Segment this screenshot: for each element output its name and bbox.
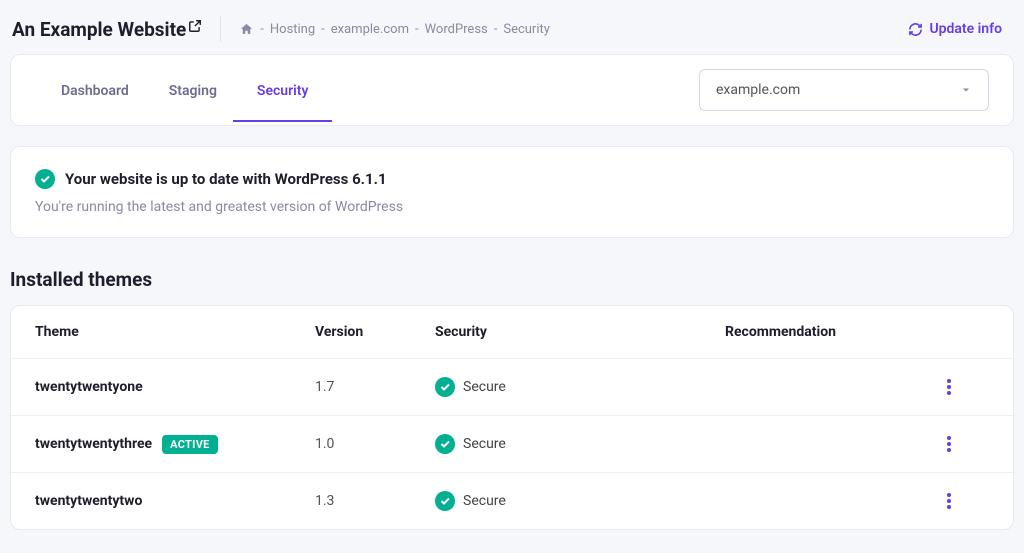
table-row: twentytwentythree ACTIVE 1.0 Secure	[11, 416, 1013, 473]
kebab-icon	[947, 436, 951, 452]
tab-label: Staging	[169, 83, 217, 99]
theme-name: twentytwentythree ACTIVE	[35, 435, 315, 454]
breadcrumb-sep: -	[415, 22, 419, 37]
refresh-icon	[908, 22, 923, 37]
update-info-button[interactable]: Update info	[908, 21, 1002, 37]
home-icon[interactable]	[239, 22, 254, 37]
status-title: Your website is up to date with WordPres…	[65, 170, 387, 188]
table-row: twentytwentytwo 1.3 Secure	[11, 473, 1013, 529]
status-subtitle: You're running the latest and greatest v…	[35, 199, 989, 215]
row-actions-button[interactable]	[939, 436, 959, 452]
tab-security[interactable]: Security	[257, 59, 309, 121]
breadcrumb-sep: -	[260, 22, 264, 37]
section-title: Installed themes	[10, 268, 1014, 291]
col-recommendation: Recommendation	[725, 324, 939, 340]
table-row: twentytwentyone 1.7 Secure	[11, 359, 1013, 416]
site-select-value: example.com	[716, 82, 800, 98]
top-bar-left: An Example Website - Hosting - example.c…	[12, 16, 550, 42]
theme-name-text: twentytwentytwo	[35, 493, 142, 509]
tabs-panel: Dashboard Staging Security example.com	[10, 54, 1014, 126]
chevron-down-icon	[960, 84, 972, 96]
breadcrumb-sep: -	[494, 22, 498, 37]
external-link-icon	[188, 19, 202, 33]
theme-version: 1.7	[315, 379, 435, 395]
top-bar: An Example Website - Hosting - example.c…	[0, 0, 1024, 54]
table-header: Theme Version Security Recommendation	[11, 306, 1013, 359]
row-actions-button[interactable]	[939, 379, 959, 395]
site-select[interactable]: example.com	[699, 69, 989, 111]
theme-version: 1.3	[315, 493, 435, 509]
col-security: Security	[435, 324, 725, 340]
theme-version: 1.0	[315, 436, 435, 452]
theme-name: twentytwentyone	[35, 379, 315, 395]
status-card: Your website is up to date with WordPres…	[10, 146, 1014, 238]
site-title-text: An Example Website	[12, 18, 186, 41]
theme-name-text: twentytwentyone	[35, 379, 143, 395]
breadcrumb-item[interactable]: example.com	[331, 22, 409, 37]
check-circle-icon	[435, 491, 455, 511]
tab-label: Dashboard	[61, 83, 129, 99]
col-theme: Theme	[35, 324, 315, 340]
tab-staging[interactable]: Staging	[169, 59, 217, 121]
themes-table: Theme Version Security Recommendation tw…	[10, 305, 1014, 530]
breadcrumb-sep: -	[321, 22, 325, 37]
breadcrumb: - Hosting - example.com - WordPress - Se…	[239, 22, 550, 37]
tabs: Dashboard Staging Security	[35, 59, 308, 121]
col-version: Version	[315, 324, 435, 340]
tab-dashboard[interactable]: Dashboard	[61, 59, 129, 121]
breadcrumb-item[interactable]: Hosting	[270, 22, 315, 37]
check-circle-icon	[435, 434, 455, 454]
divider	[220, 16, 221, 42]
kebab-icon	[947, 493, 951, 509]
check-circle-icon	[435, 377, 455, 397]
theme-security: Secure	[435, 491, 725, 511]
theme-security-text: Secure	[463, 379, 506, 395]
theme-name: twentytwentytwo	[35, 493, 315, 509]
check-circle-icon	[35, 169, 55, 189]
tab-bar: Dashboard Staging Security example.com	[11, 55, 1013, 125]
theme-security: Secure	[435, 377, 725, 397]
status-row: Your website is up to date with WordPres…	[35, 169, 989, 189]
theme-security-text: Secure	[463, 436, 506, 452]
update-info-label: Update info	[929, 21, 1002, 37]
active-badge: ACTIVE	[162, 435, 218, 454]
kebab-icon	[947, 379, 951, 395]
row-actions-button[interactable]	[939, 493, 959, 509]
theme-security: Secure	[435, 434, 725, 454]
breadcrumb-item[interactable]: WordPress	[425, 22, 488, 37]
theme-security-text: Secure	[463, 493, 506, 509]
theme-name-text: twentytwentythree	[35, 436, 152, 452]
tab-label: Security	[257, 83, 309, 99]
site-title[interactable]: An Example Website	[12, 18, 202, 41]
breadcrumb-item[interactable]: Security	[503, 22, 550, 37]
